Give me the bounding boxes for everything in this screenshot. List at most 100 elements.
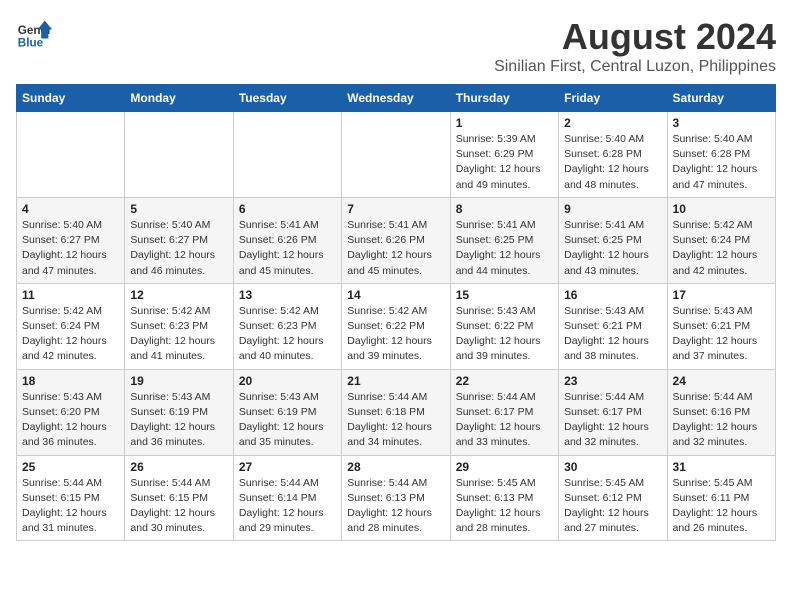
calendar-cell: 11 Sunrise: 5:42 AMSunset: 6:24 PMDayligh… (17, 283, 125, 369)
day-number: 4 (22, 202, 119, 216)
day-info: Sunrise: 5:40 AMSunset: 6:28 PMDaylight:… (564, 132, 661, 193)
calendar-cell: 15 Sunrise: 5:43 AMSunset: 6:22 PMDayligh… (450, 283, 558, 369)
day-number: 22 (456, 374, 553, 388)
calendar-cell (233, 112, 341, 198)
day-number: 14 (347, 288, 444, 302)
day-of-week-header: Friday (559, 85, 667, 112)
calendar-cell: 16 Sunrise: 5:43 AMSunset: 6:21 PMDayligh… (559, 283, 667, 369)
calendar-week-row: 4 Sunrise: 5:40 AMSunset: 6:27 PMDaylight… (17, 197, 776, 283)
calendar-cell (17, 112, 125, 198)
day-info: Sunrise: 5:42 AMSunset: 6:24 PMDaylight:… (22, 304, 119, 365)
calendar-cell: 19 Sunrise: 5:43 AMSunset: 6:19 PMDayligh… (125, 369, 233, 455)
day-number: 19 (130, 374, 227, 388)
day-of-week-header: Wednesday (342, 85, 450, 112)
day-info: Sunrise: 5:42 AMSunset: 6:24 PMDaylight:… (673, 218, 770, 279)
day-info: Sunrise: 5:42 AMSunset: 6:23 PMDaylight:… (130, 304, 227, 365)
day-info: Sunrise: 5:44 AMSunset: 6:15 PMDaylight:… (130, 476, 227, 537)
day-number: 28 (347, 460, 444, 474)
calendar-cell: 26 Sunrise: 5:44 AMSunset: 6:15 PMDayligh… (125, 455, 233, 541)
calendar-cell: 24 Sunrise: 5:44 AMSunset: 6:16 PMDayligh… (667, 369, 775, 455)
day-number: 10 (673, 202, 770, 216)
day-number: 23 (564, 374, 661, 388)
day-number: 17 (673, 288, 770, 302)
svg-text:Blue: Blue (18, 37, 44, 50)
logo-icon: General Blue (16, 16, 52, 52)
day-number: 20 (239, 374, 336, 388)
day-info: Sunrise: 5:40 AMSunset: 6:27 PMDaylight:… (22, 218, 119, 279)
calendar-body: 1Sunrise: 5:39 AMSunset: 6:29 PMDaylight… (17, 112, 776, 541)
page-header: General Blue August 2024 Sinilian First,… (16, 16, 776, 76)
day-number: 30 (564, 460, 661, 474)
calendar-cell: 13 Sunrise: 5:42 AMSunset: 6:23 PMDayligh… (233, 283, 341, 369)
calendar-cell: 9 Sunrise: 5:41 AMSunset: 6:25 PMDaylight… (559, 197, 667, 283)
calendar-cell: 1Sunrise: 5:39 AMSunset: 6:29 PMDaylight… (450, 112, 558, 198)
day-of-week-header: Sunday (17, 85, 125, 112)
day-number: 11 (22, 288, 119, 302)
day-number: 26 (130, 460, 227, 474)
day-info: Sunrise: 5:41 AMSunset: 6:26 PMDaylight:… (239, 218, 336, 279)
day-number: 12 (130, 288, 227, 302)
day-info: Sunrise: 5:43 AMSunset: 6:21 PMDaylight:… (564, 304, 661, 365)
calendar-week-row: 1Sunrise: 5:39 AMSunset: 6:29 PMDaylight… (17, 112, 776, 198)
day-info: Sunrise: 5:42 AMSunset: 6:22 PMDaylight:… (347, 304, 444, 365)
calendar-cell: 22Sunrise: 5:44 AMSunset: 6:17 PMDayligh… (450, 369, 558, 455)
day-info: Sunrise: 5:41 AMSunset: 6:25 PMDaylight:… (456, 218, 553, 279)
day-number: 3 (673, 116, 770, 130)
day-info: Sunrise: 5:43 AMSunset: 6:21 PMDaylight:… (673, 304, 770, 365)
day-info: Sunrise: 5:45 AMSunset: 6:13 PMDaylight:… (456, 476, 553, 537)
logo: General Blue (16, 16, 52, 52)
calendar-cell: 18 Sunrise: 5:43 AMSunset: 6:20 PMDayligh… (17, 369, 125, 455)
day-of-week-header: Tuesday (233, 85, 341, 112)
title-block: August 2024 Sinilian First, Central Luzo… (494, 16, 776, 76)
day-number: 9 (564, 202, 661, 216)
calendar-cell: 6 Sunrise: 5:41 AMSunset: 6:26 PMDaylight… (233, 197, 341, 283)
calendar-cell (125, 112, 233, 198)
day-info: Sunrise: 5:43 AMSunset: 6:20 PMDaylight:… (22, 390, 119, 451)
day-number: 25 (22, 460, 119, 474)
day-info: Sunrise: 5:41 AMSunset: 6:26 PMDaylight:… (347, 218, 444, 279)
day-number: 27 (239, 460, 336, 474)
calendar-cell: 20Sunrise: 5:43 AMSunset: 6:19 PMDayligh… (233, 369, 341, 455)
day-info: Sunrise: 5:42 AMSunset: 6:23 PMDaylight:… (239, 304, 336, 365)
calendar-cell: 30 Sunrise: 5:45 AMSunset: 6:12 PMDayligh… (559, 455, 667, 541)
day-number: 2 (564, 116, 661, 130)
day-info: Sunrise: 5:43 AMSunset: 6:19 PMDaylight:… (130, 390, 227, 451)
calendar-cell: 21Sunrise: 5:44 AMSunset: 6:18 PMDayligh… (342, 369, 450, 455)
day-number: 16 (564, 288, 661, 302)
day-info: Sunrise: 5:40 AMSunset: 6:27 PMDaylight:… (130, 218, 227, 279)
calendar-cell: 3 Sunrise: 5:40 AMSunset: 6:28 PMDaylight… (667, 112, 775, 198)
day-number: 15 (456, 288, 553, 302)
calendar-week-row: 18 Sunrise: 5:43 AMSunset: 6:20 PMDayligh… (17, 369, 776, 455)
month-year: August 2024 (494, 16, 776, 58)
calendar-header: SundayMondayTuesdayWednesdayThursdayFrid… (17, 85, 776, 112)
day-number: 18 (22, 374, 119, 388)
calendar-cell: 29 Sunrise: 5:45 AMSunset: 6:13 PMDayligh… (450, 455, 558, 541)
calendar-week-row: 25 Sunrise: 5:44 AMSunset: 6:15 PMDayligh… (17, 455, 776, 541)
day-of-week-header: Thursday (450, 85, 558, 112)
day-info: Sunrise: 5:44 AMSunset: 6:17 PMDaylight:… (564, 390, 661, 451)
day-info: Sunrise: 5:40 AMSunset: 6:28 PMDaylight:… (673, 132, 770, 193)
calendar-cell: 27 Sunrise: 5:44 AMSunset: 6:14 PMDayligh… (233, 455, 341, 541)
day-info: Sunrise: 5:44 AMSunset: 6:13 PMDaylight:… (347, 476, 444, 537)
day-info: Sunrise: 5:41 AMSunset: 6:25 PMDaylight:… (564, 218, 661, 279)
day-info: Sunrise: 5:44 AMSunset: 6:14 PMDaylight:… (239, 476, 336, 537)
calendar-week-row: 11 Sunrise: 5:42 AMSunset: 6:24 PMDayligh… (17, 283, 776, 369)
day-number: 13 (239, 288, 336, 302)
day-info: Sunrise: 5:45 AMSunset: 6:12 PMDaylight:… (564, 476, 661, 537)
day-info: Sunrise: 5:44 AMSunset: 6:16 PMDaylight:… (673, 390, 770, 451)
day-info: Sunrise: 5:45 AMSunset: 6:11 PMDaylight:… (673, 476, 770, 537)
day-info: Sunrise: 5:44 AMSunset: 6:15 PMDaylight:… (22, 476, 119, 537)
calendar-cell: 12 Sunrise: 5:42 AMSunset: 6:23 PMDayligh… (125, 283, 233, 369)
calendar-cell: 10 Sunrise: 5:42 AMSunset: 6:24 PMDayligh… (667, 197, 775, 283)
day-number: 1 (456, 116, 553, 130)
day-number: 29 (456, 460, 553, 474)
day-number: 6 (239, 202, 336, 216)
day-info: Sunrise: 5:43 AMSunset: 6:22 PMDaylight:… (456, 304, 553, 365)
calendar-cell: 14 Sunrise: 5:42 AMSunset: 6:22 PMDayligh… (342, 283, 450, 369)
calendar-cell (342, 112, 450, 198)
day-number: 5 (130, 202, 227, 216)
calendar-cell: 25 Sunrise: 5:44 AMSunset: 6:15 PMDayligh… (17, 455, 125, 541)
calendar-cell: 5 Sunrise: 5:40 AMSunset: 6:27 PMDaylight… (125, 197, 233, 283)
calendar-cell: 7Sunrise: 5:41 AMSunset: 6:26 PMDaylight… (342, 197, 450, 283)
day-number: 24 (673, 374, 770, 388)
